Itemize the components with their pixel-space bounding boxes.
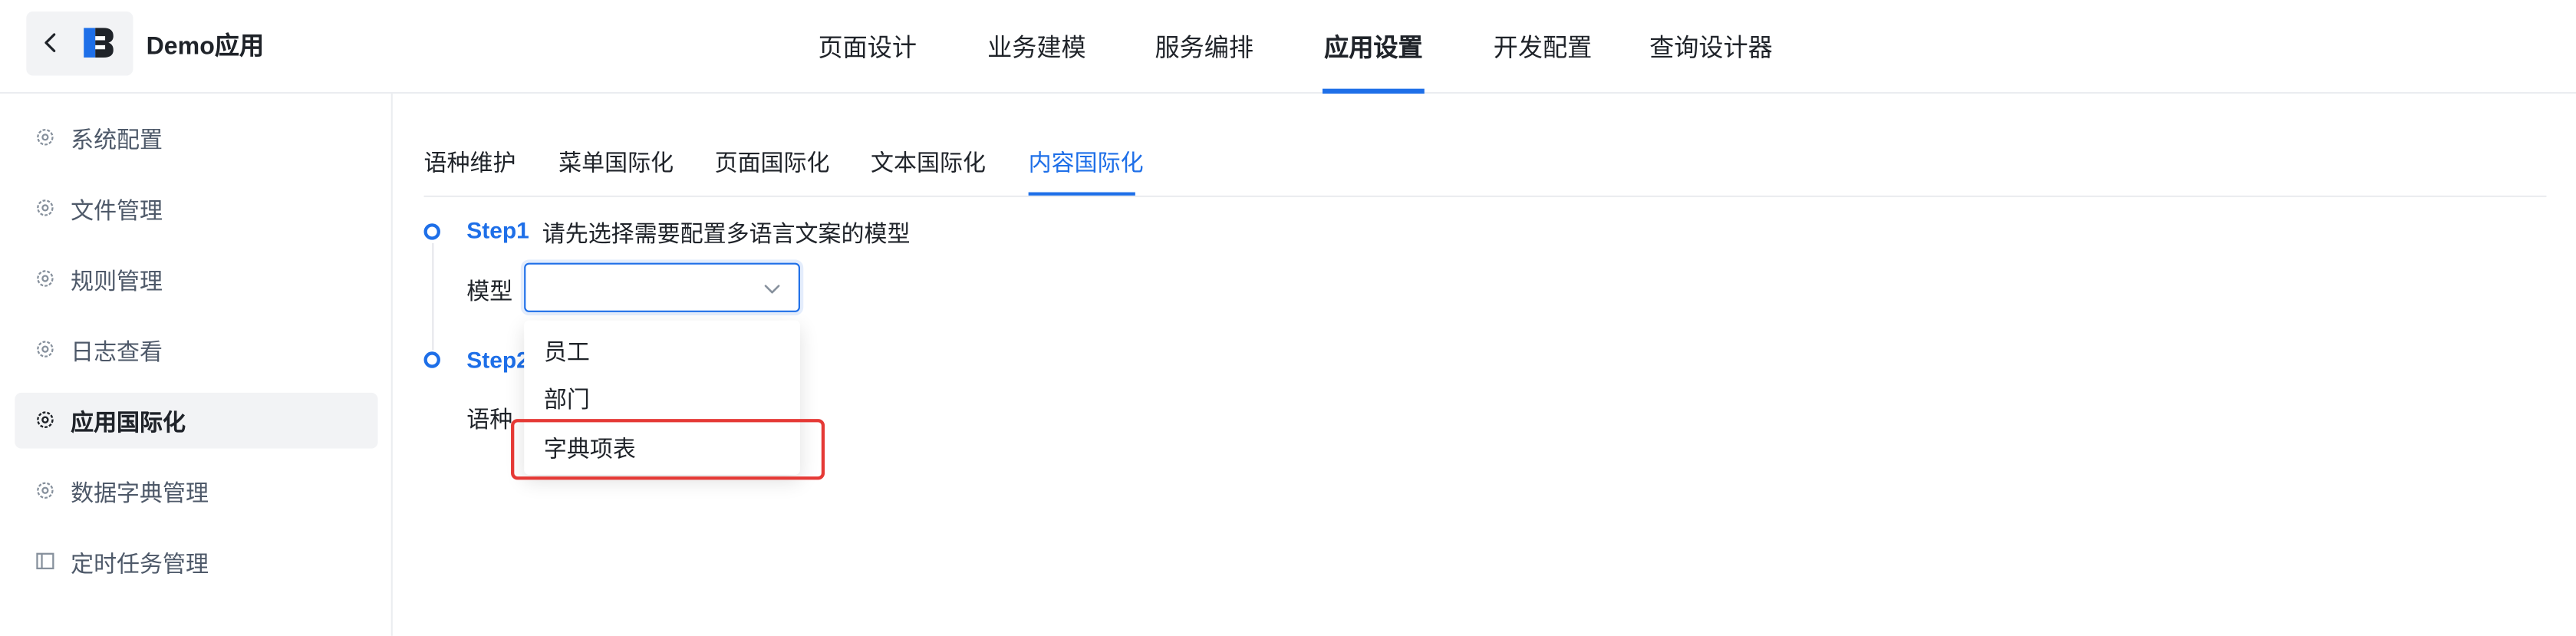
option-label: 字典项表 (543, 435, 636, 462)
active-subtab-indicator (1028, 192, 1135, 196)
sidebar-item-file-management[interactable]: 文件管理 (15, 181, 377, 237)
app-name: Demo应用 (146, 32, 265, 61)
sidebar-item-label: 规则管理 (71, 268, 163, 295)
step1-title: Step1 (466, 216, 529, 243)
sidebar: 系统配置 文件管理 规则管理 日志查看 应用国际化 数据字典管理 定时任务管理 (0, 94, 393, 636)
tab-query-designer[interactable]: 查询设计器 (1649, 30, 1773, 64)
i18n-subtabs: 语种维护 菜单国际化 页面国际化 文本国际化 内容国际化 (423, 131, 2547, 197)
sidebar-item-system-config[interactable]: 系统配置 (15, 110, 377, 166)
chevron-left-icon[interactable] (39, 31, 62, 54)
sidebar-item-scheduled-tasks[interactable]: 定时任务管理 (15, 534, 377, 590)
sidebar-item-rule-management[interactable]: 规则管理 (15, 252, 377, 308)
dropdown-option-dictionary-item-table[interactable]: 字典项表 (524, 422, 800, 470)
sidebar-item-label: 数据字典管理 (71, 479, 209, 506)
tab-app-settings[interactable]: 应用设置 (1324, 30, 1423, 64)
tab-dev-config[interactable]: 开发配置 (1494, 30, 1593, 64)
subtab-language-maintenance[interactable]: 语种维护 (424, 147, 516, 180)
active-tab-indicator (1322, 88, 1425, 94)
sidebar-item-log-view[interactable]: 日志查看 (15, 322, 377, 378)
tab-service-orchestration[interactable]: 服务编排 (1155, 30, 1254, 64)
option-label: 员工 (543, 338, 590, 365)
subtab-page-i18n[interactable]: 页面国际化 (715, 147, 830, 180)
tab-page-design[interactable]: 页面设计 (819, 30, 917, 64)
gear-icon (37, 341, 54, 358)
step2-title: Step2 (466, 346, 529, 374)
step2-dot (423, 351, 440, 368)
language-label: 语种 (466, 405, 513, 433)
step1-dot (423, 223, 440, 240)
subtab-menu-i18n[interactable]: 菜单国际化 (558, 147, 674, 180)
top-header: Demo应用 页面设计 业务建模 服务编排 应用设置 开发配置 查询设计器 (0, 0, 2576, 94)
gear-icon (37, 411, 54, 428)
option-label: 部门 (543, 386, 590, 413)
tab-business-modeling[interactable]: 业务建模 (987, 30, 1086, 64)
app-logo-icon (84, 28, 114, 58)
sidebar-item-data-dictionary[interactable]: 数据字典管理 (15, 463, 377, 519)
model-label: 模型 (466, 277, 513, 305)
dropdown-option-department[interactable]: 部门 (524, 373, 800, 420)
gear-icon (37, 129, 54, 146)
sidebar-item-app-i18n[interactable]: 应用国际化 (15, 392, 378, 449)
gear-icon (37, 270, 54, 287)
sidebar-item-label: 日志查看 (71, 338, 163, 365)
chevron-down-icon (764, 285, 780, 294)
gear-icon (37, 199, 54, 216)
model-dropdown: 员工 部门 字典项表 (524, 320, 800, 475)
sidebar-item-label: 文件管理 (71, 196, 163, 224)
step1-description: 请先选择需要配置多语言文案的模型 (542, 219, 911, 247)
step-connector (432, 242, 434, 351)
subtab-content-i18n[interactable]: 内容国际化 (1029, 147, 1144, 180)
sidebar-item-label: 定时任务管理 (71, 550, 209, 577)
gear-icon (37, 482, 54, 499)
table-icon (36, 552, 54, 570)
sidebar-item-label: 应用国际化 (71, 409, 186, 436)
dropdown-option-employee[interactable]: 员工 (524, 325, 800, 373)
model-select[interactable] (524, 262, 800, 312)
subtab-text-i18n[interactable]: 文本国际化 (871, 147, 986, 180)
sidebar-item-label: 系统配置 (71, 126, 163, 153)
